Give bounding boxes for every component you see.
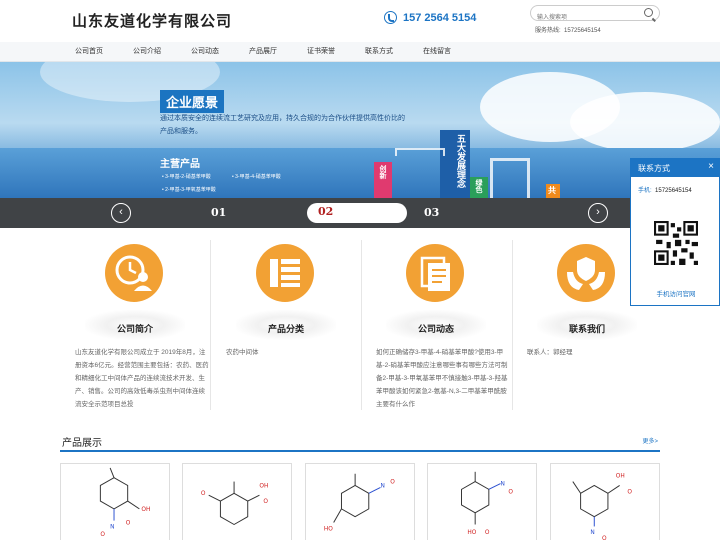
banner-product: • 3-甲基-2-硝基苯甲酸 <box>162 174 211 180</box>
slider-bar: ‹ 01 02 03 › <box>0 198 720 228</box>
nav-products[interactable]: 产品展厅 <box>249 46 277 56</box>
search-input[interactable] <box>531 11 641 25</box>
sign-main-text: 五大发展理念 <box>456 134 466 188</box>
feature-text: 农药中间体 <box>226 349 259 356</box>
product-card[interactable]: O OH O <box>182 463 292 540</box>
products-header: 产品展示 更多> <box>60 432 660 452</box>
products-more-link[interactable]: 更多> <box>642 436 658 445</box>
banner-product: • 2-甲基-3-甲氧基苯甲酸 <box>162 187 216 193</box>
svg-text:N: N <box>590 530 594 536</box>
phone-block: 157 2564 5154 <box>384 11 476 24</box>
phone-icon <box>384 11 397 24</box>
sign-mid-text: 绿色 <box>475 179 482 193</box>
product-card[interactable]: N O HO O <box>427 463 537 540</box>
hands-shield-icon <box>557 244 615 302</box>
feature-text: 山东友道化学有限公司成立于 2019年8月，注册资本6亿元。经营范围主要包括：农… <box>75 349 209 408</box>
banner-band <box>0 148 720 198</box>
svg-text:O: O <box>627 489 632 495</box>
sign-left-text: 创新 <box>379 165 386 179</box>
slide-tab-02-active[interactable]: 02 <box>307 203 407 223</box>
hotline-number: 15725645154 <box>564 28 601 34</box>
hotline: 服务热线: 15725645154 <box>535 25 601 34</box>
company-logo[interactable]: 山东友道化学有限公司 <box>72 10 232 31</box>
nav-certificates[interactable]: 证书荣誉 <box>307 46 335 56</box>
svg-text:O: O <box>126 520 131 526</box>
feature-title: 产品分类 <box>267 324 304 334</box>
feature-about[interactable]: 公司简介 山东友道化学有限公司成立于 2019年8月，注册资本6亿元。经营范围主… <box>75 228 225 418</box>
nav-message[interactable]: 在线留言 <box>423 46 451 56</box>
slider-prev-button[interactable]: ‹ <box>111 203 131 223</box>
float-mobile-label: 手机: <box>638 188 652 194</box>
svg-text:O: O <box>508 489 513 495</box>
product-card[interactable]: N O HO <box>305 463 415 540</box>
feature-text: 联系人：郭经理 <box>527 349 573 356</box>
molecule-image: OH O N O <box>572 474 632 540</box>
nav-news[interactable]: 公司动态 <box>191 46 219 56</box>
sign-left: 创新 <box>374 162 392 198</box>
search-icon[interactable] <box>644 8 653 17</box>
svg-text:HO: HO <box>324 526 333 532</box>
svg-text:N: N <box>110 524 114 530</box>
vision-description: 通过本质安全的连续流工艺研究及应用，持久合规的为合作伙伴提供高性价比的产品和服务… <box>160 115 405 135</box>
feature-categories[interactable]: 产品分类 农药中间体 <box>226 228 376 418</box>
clock-user-icon <box>105 244 163 302</box>
slider-next-button[interactable]: › <box>588 203 608 223</box>
svg-text:O: O <box>390 480 395 486</box>
svg-text:OH: OH <box>141 507 150 513</box>
sign-panel: 五大发展理念 <box>440 130 470 198</box>
search-box <box>530 5 660 25</box>
svg-text:O: O <box>201 491 206 497</box>
float-mobile: 手机: 15725645154 <box>631 177 719 194</box>
document-icon <box>406 244 464 302</box>
products-title: 产品展示 <box>62 438 102 449</box>
feature-news[interactable]: 公司动态 如何正确储存3-甲基-4-硝基苯甲酸?使用3-甲基-2-硝基苯甲酸应注… <box>376 228 526 418</box>
mobile-visit-link[interactable]: 手机访问官网 <box>631 288 720 298</box>
slide-active-label: 02 <box>318 205 334 218</box>
list-icon <box>256 244 314 302</box>
feature-title: 联系我们 <box>568 324 605 334</box>
float-title: 联系方式 <box>638 164 670 173</box>
feature-title: 公司简介 <box>116 324 153 334</box>
sign-mid: 绿色 <box>470 177 488 198</box>
product-card[interactable]: N O OH O <box>60 463 170 540</box>
svg-text:N: N <box>501 481 505 487</box>
slide-tab-01[interactable]: 01 <box>211 206 226 219</box>
qr-code-icon <box>654 221 698 265</box>
main-nav: 公司首页 公司介绍 公司动态 产品展厅 证书荣誉 联系方式 在线留言 <box>0 42 720 62</box>
svg-text:N: N <box>380 483 384 489</box>
sign-right-text: 共 <box>548 186 556 195</box>
phone-number: 157 2564 5154 <box>403 11 477 24</box>
banner-product: • 3-甲基-4-硝基苯甲酸 <box>232 174 281 180</box>
cloud-decoration <box>570 92 720 152</box>
svg-text:OH: OH <box>259 483 268 489</box>
close-icon[interactable]: × <box>708 161 714 172</box>
molecule-image: N O HO <box>324 473 395 532</box>
sign-frame <box>395 148 445 156</box>
hotline-label: 服务热线: <box>535 28 561 34</box>
header: 山东友道化学有限公司 157 2564 5154 服务热线: 157256451… <box>0 0 720 42</box>
sign-frame <box>490 158 530 198</box>
float-header: 联系方式 × <box>631 159 719 177</box>
svg-text:O: O <box>602 536 607 540</box>
svg-text:O: O <box>263 499 268 505</box>
svg-text:O: O <box>485 530 490 536</box>
slide-tab-03[interactable]: 03 <box>424 206 439 219</box>
molecule-image: N O HO O <box>461 471 513 536</box>
nav-contact[interactable]: 联系方式 <box>365 46 393 56</box>
feature-text: 如何正确储存3-甲基-4-硝基苯甲酸?使用3-甲基-2-硝基苯甲酸应注意哪些事有… <box>376 349 508 408</box>
floating-contact-panel: 联系方式 × 手机: 15725645154 手机访问官网 <box>630 158 720 306</box>
molecule-image: O OH O <box>201 481 268 526</box>
float-mobile-number: 15725645154 <box>655 188 692 194</box>
product-card[interactable]: OH O N O <box>550 463 660 540</box>
nav-home[interactable]: 公司首页 <box>75 46 103 56</box>
molecule-image: N O OH O <box>99 467 150 538</box>
nav-about[interactable]: 公司介绍 <box>133 46 161 56</box>
main-products-title: 主营产品 <box>160 159 200 170</box>
feature-title: 公司动态 <box>417 324 454 334</box>
vision-title: 企业愿景 <box>160 90 225 113</box>
svg-text:HO: HO <box>467 530 476 536</box>
sign-right: 共 <box>546 184 560 198</box>
svg-text:OH: OH <box>616 474 625 480</box>
svg-text:O: O <box>100 532 105 538</box>
